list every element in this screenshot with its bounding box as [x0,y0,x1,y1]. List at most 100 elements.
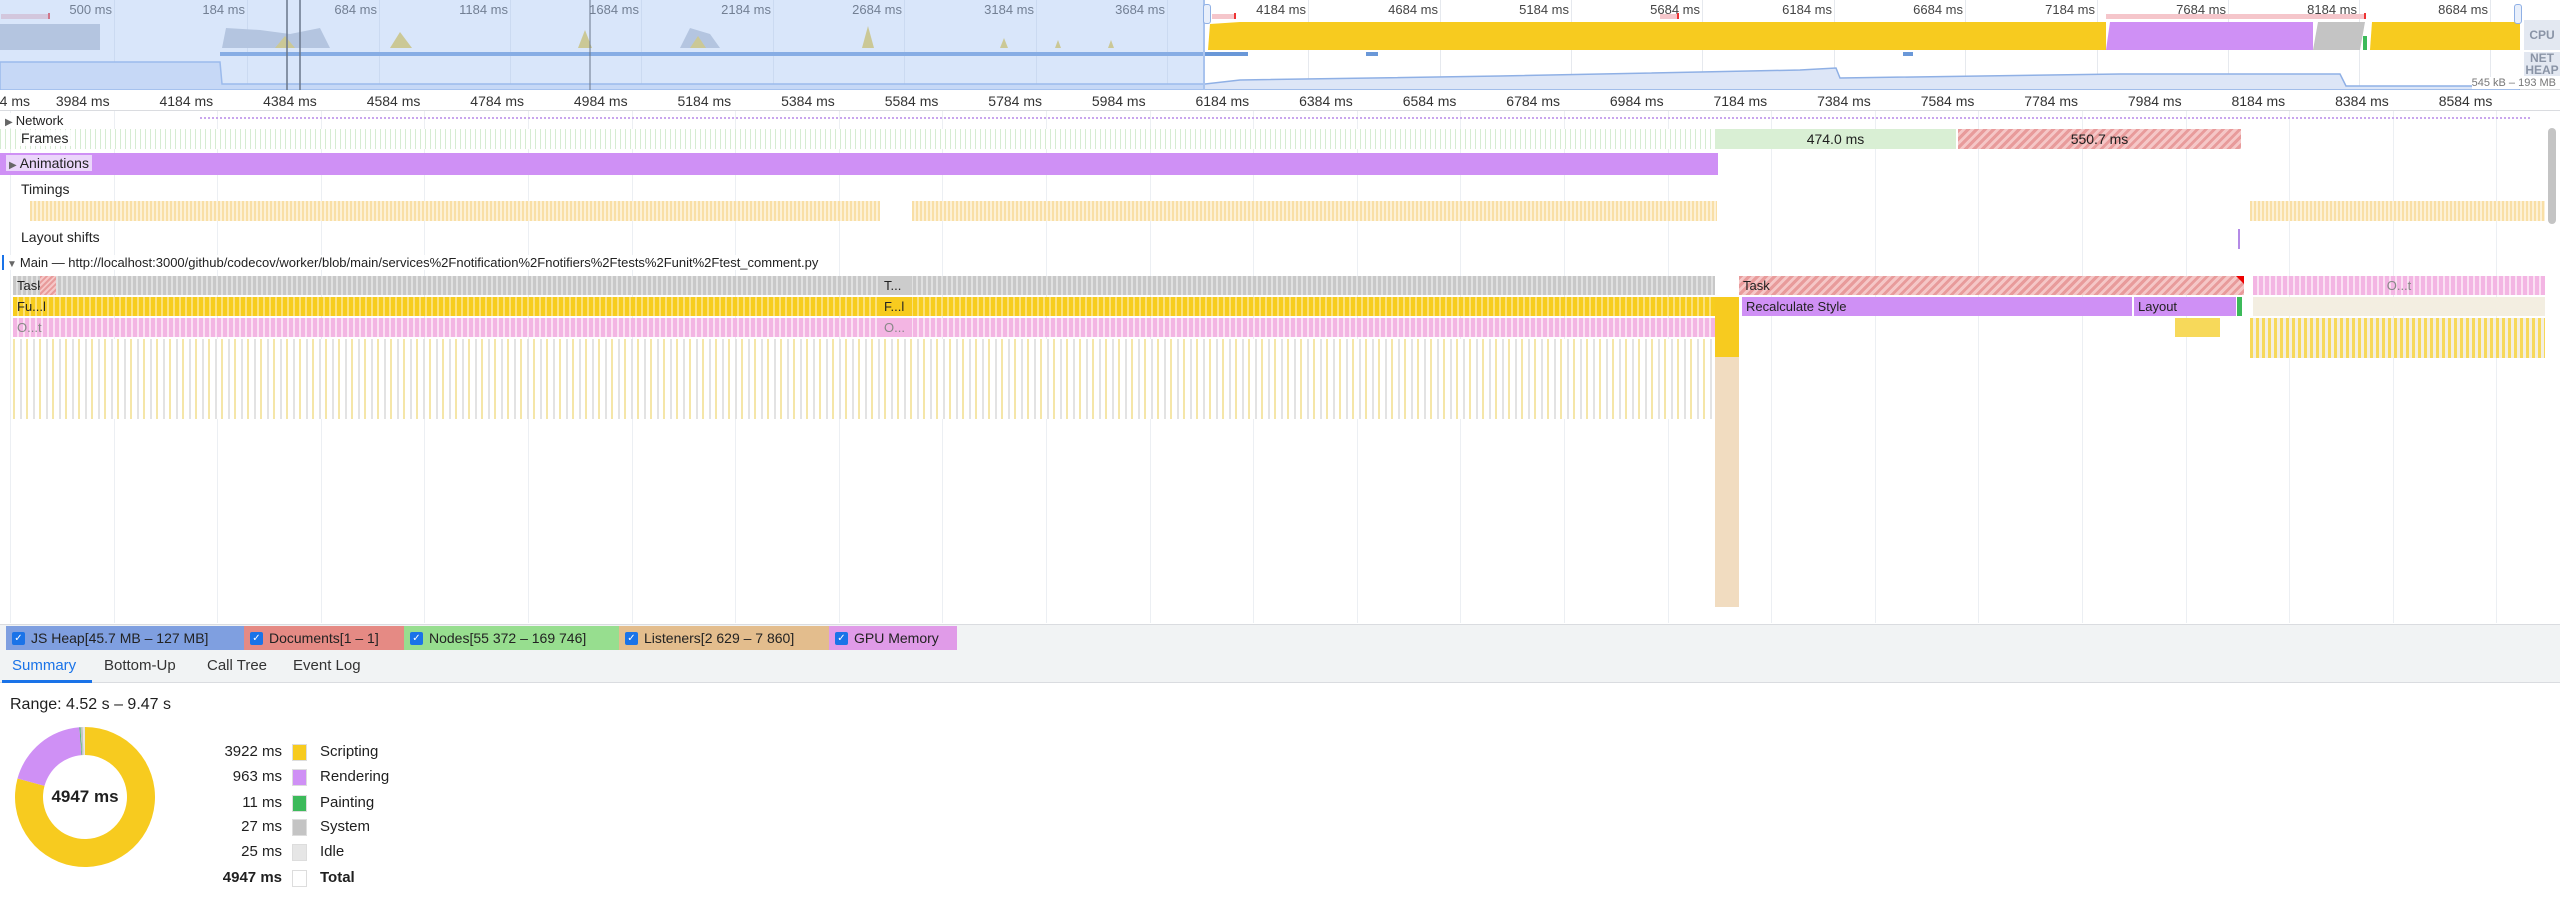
legend-value: 11 ms [242,794,282,811]
timings-marks [30,201,880,221]
summary-legend-row: 963 ms Rendering [0,768,420,788]
ruler-tick-label: 7184 ms [1713,93,1768,109]
counter-toggle[interactable]: ✓ Listeners[2 629 – 7 860] [619,626,829,650]
recalculate-style-block[interactable]: Recalculate Style [1742,297,2132,316]
ruler-tick-label: 8184 ms [2231,93,2286,109]
ruler-tick-label: 5784 ms [988,93,1042,109]
selection-right-handle[interactable] [2514,4,2522,24]
gridline [2082,111,2083,623]
summary-legend-row: 3922 ms Scripting [0,743,420,763]
ruler-tick-label: 6984 ms [1609,93,1664,109]
legend-value: 27 ms [241,818,282,835]
heap-label: HEAP [2524,63,2560,77]
gridline [10,111,11,623]
layout-shifts-label: Layout shifts [18,229,103,245]
gridline [1978,111,1980,623]
legend-value: 25 ms [241,843,282,860]
checkbox-icon[interactable]: ✓ [12,631,25,645]
cpu-label: CPU [2524,20,2560,50]
summary-legend-row: 25 ms Idle [0,843,420,863]
tab-call-tree[interactable]: Call Tree [207,657,267,674]
tracks-area[interactable]: ▶ Network 474.0 ms 550.7 ms Frames ▶ Anima… [0,111,2545,623]
legend-swatch [292,844,307,861]
tab-event-log[interactable]: Event Log [293,657,361,674]
function-call-block[interactable] [1715,297,1739,357]
ruler-tick-label: 7784 ms [2024,93,2078,109]
long-task-block[interactable]: Task [1739,276,2244,295]
dropped-frame-block[interactable]: 550.7 ms [1958,129,2241,149]
active-tab-indicator [2,680,92,683]
legend-swatch [292,870,307,887]
network-track-header[interactable]: ▶ Network [2,113,67,128]
animations-track-header[interactable]: ▶ Animations [6,155,92,171]
frame-block[interactable]: 474.0 ms [1715,129,1956,149]
other-block[interactable]: O...t [2253,276,2545,295]
function-label: Fu...l [17,299,46,314]
checkbox-icon[interactable]: ✓ [625,631,638,645]
flame-detail-rows [13,339,1715,419]
summary-legend-row: 27 ms System [0,818,420,838]
expand-icon: ▶ [5,117,13,128]
timeline-overview[interactable]: 500 ms 184 ms 684 ms 1184 ms 1684 ms 2184 ms 2… [0,0,2560,90]
animations-bar[interactable] [0,153,1718,175]
counter-toggle[interactable]: ✓ JS Heap[45.7 MB – 127 MB] [6,626,244,650]
legend-label: Painting [320,794,375,811]
collapse-icon: ▼ [7,259,17,270]
legend-label: Total [320,869,355,886]
ruler-tick-label: 5184 ms [677,93,732,109]
frames-strip [0,129,1715,149]
summary-legend-row: 11 ms Painting [0,794,420,814]
ruler-tick-label: 7384 ms [1817,93,1871,109]
task-block[interactable]: T... [880,276,912,295]
checkbox-icon[interactable]: ✓ [250,631,263,645]
paint-block[interactable] [2237,297,2242,316]
task-block[interactable]: Task [13,276,1715,295]
legend-value: 3922 ms [224,743,282,760]
other-block[interactable]: O...t [13,318,1715,337]
network-strip [200,117,2530,119]
counter-toggle[interactable]: ✓ Documents[1 – 1] [244,626,404,650]
main-thread-label: Main — http://localhost:3000/github/code… [19,255,819,270]
function-call-block[interactable]: Fu...l [13,297,1715,316]
ruler-tick-label: 6384 ms [1299,93,1353,109]
tab-bottom-up[interactable]: Bottom-Up [104,657,176,674]
legend-label: System [320,818,371,835]
long-task-marker [40,276,56,295]
legend-label: Idle [320,843,345,860]
ruler-tick-label: 8384 ms [2335,93,2389,109]
gridline [1874,111,1876,623]
flame-detail-rows [2250,318,2545,358]
timings-marks [912,201,1717,221]
timings-label: Timings [18,181,73,197]
gridline [2496,111,2498,623]
other-block[interactable]: O... [880,318,912,337]
function-call-block[interactable] [2175,318,2220,337]
tab-summary[interactable]: Summary [12,657,76,674]
layout-shift-mark[interactable] [2238,229,2240,249]
task-label: Task [1743,278,1770,293]
expand-icon: ▶ [9,160,17,171]
selection-left-handle[interactable] [1203,4,1211,24]
checkbox-icon[interactable]: ✓ [410,631,423,645]
memory-counters-bar: ✓ JS Heap[45.7 MB – 127 MB] ✓ Documents[1 –… [0,624,2560,650]
long-task-warning-icon [2236,276,2244,284]
main-track-header[interactable]: ▼ Main — http://localhost:3000/github/cod… [2,255,822,270]
ruler-tick-label: 3984 ms [55,93,110,109]
flame-row [2253,297,2545,316]
counter-label: JS Heap[45.7 MB – 127 MB] [31,630,209,646]
tracks-scrollbar[interactable] [2548,128,2556,224]
ruler-tick-label: 6784 ms [1506,93,1560,109]
counter-toggle[interactable]: ✓ GPU Memory [829,626,957,650]
counter-toggle[interactable]: ✓ Nodes[55 372 – 169 746] [404,626,619,650]
gridline [2392,111,2394,623]
function-call-block[interactable]: F...l [880,297,912,316]
gridline [2185,111,2187,623]
other-label: O...t [17,320,42,335]
layout-block[interactable]: Layout [2134,297,2236,316]
counter-label: Documents[1 – 1] [269,630,379,646]
counter-label: Nodes[55 372 – 169 746] [429,630,587,646]
legend-label: Scripting [320,743,379,760]
other-label: O...t [2386,278,2412,293]
ruler-tick-label: 7984 ms [2127,93,2182,109]
checkbox-icon[interactable]: ✓ [835,631,848,645]
